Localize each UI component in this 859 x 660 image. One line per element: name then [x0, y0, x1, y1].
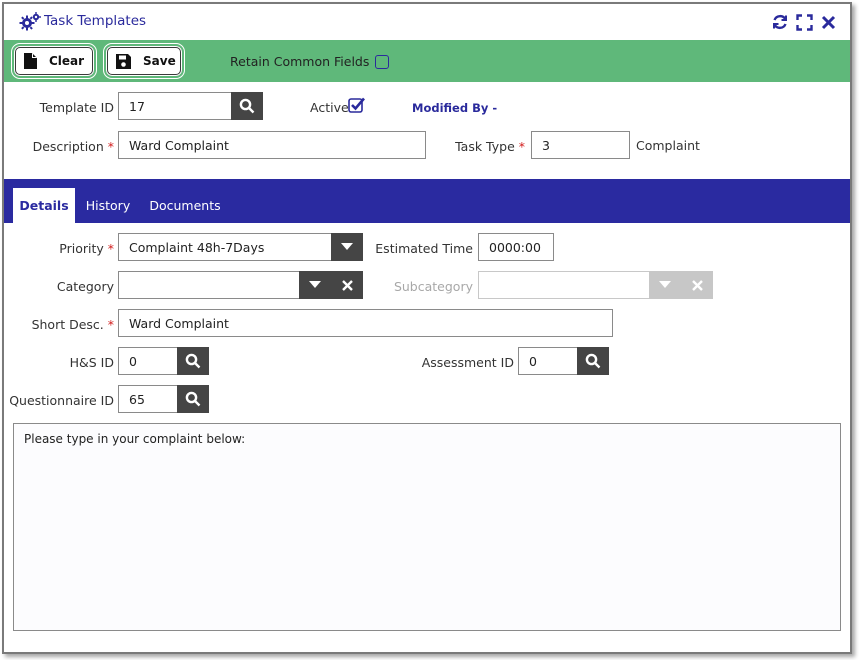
clear-button[interactable]: Clear [11, 43, 97, 79]
category-clear-button[interactable] [331, 271, 363, 299]
close-icon[interactable] [818, 12, 838, 32]
subcategory-dropdown-button[interactable] [649, 271, 681, 299]
category-select[interactable] [118, 271, 300, 299]
window-title: Task Templates [44, 13, 147, 29]
assessment-id-search-button[interactable] [577, 347, 609, 375]
caret-down-icon [659, 281, 671, 288]
save-icon [116, 53, 131, 69]
retain-common-fields-checkbox[interactable] [375, 54, 390, 69]
template-id-field[interactable]: 17 [118, 92, 232, 120]
hs-id-search-button[interactable] [177, 347, 209, 375]
template-id-label: Template ID [39, 100, 114, 115]
hs-id-field[interactable]: 0 [118, 347, 178, 375]
estimated-time-field[interactable]: 0000:00 [478, 233, 554, 261]
close-icon [341, 279, 353, 291]
search-icon [185, 353, 201, 369]
close-icon [691, 279, 703, 291]
retain-common-fields: Retain Common Fields [230, 54, 390, 69]
window-actions [770, 12, 838, 32]
description-label: Description * [32, 139, 114, 154]
tab-details[interactable]: Details [13, 188, 75, 223]
caret-down-icon [341, 243, 353, 250]
active-label: Active [310, 100, 349, 115]
category-label: Category [56, 279, 114, 294]
toolbar: Clear Save Retain Common Fields [4, 40, 850, 82]
task-templates-window: Task Templates Clear Save Retain Common … [2, 2, 852, 654]
tab-bar: Details History Documents [4, 179, 850, 223]
expand-icon[interactable] [794, 12, 814, 32]
assessment-id-field[interactable]: 0 [518, 347, 578, 375]
title-bar: Task Templates [4, 4, 850, 40]
refresh-icon[interactable] [770, 12, 790, 32]
hs-id-label: H&S ID [69, 355, 114, 370]
tab-documents[interactable]: Documents [144, 188, 226, 223]
questionnaire-id-field[interactable]: 65 [118, 385, 178, 413]
description-field[interactable]: Ward Complaint [118, 131, 426, 159]
checkmark-icon [348, 97, 365, 113]
questionnaire-id-search-button[interactable] [177, 385, 209, 413]
search-icon [185, 391, 201, 407]
search-icon [585, 353, 601, 369]
short-desc-field[interactable]: Ward Complaint [118, 309, 613, 337]
caret-down-icon [309, 281, 321, 288]
priority-dropdown-button[interactable] [331, 233, 363, 261]
retain-common-fields-label: Retain Common Fields [230, 54, 370, 69]
priority-label: Priority * [59, 241, 114, 256]
priority-select[interactable]: Complaint 48h-7Days [118, 233, 332, 261]
questionnaire-id-label: Questionnaire ID [9, 393, 114, 408]
file-icon [24, 53, 37, 69]
save-button[interactable]: Save [103, 43, 185, 79]
template-id-search-button[interactable] [231, 92, 263, 120]
subcategory-label: Subcategory [393, 279, 473, 294]
complaint-body-textarea[interactable]: Please type in your complaint below: [13, 423, 841, 631]
task-type-name: Complaint [636, 138, 700, 153]
task-type-field[interactable]: 3 [531, 131, 630, 159]
estimated-time-label: Estimated Time [375, 241, 473, 256]
category-dropdown-button[interactable] [299, 271, 331, 299]
clear-button-label: Clear [49, 54, 85, 68]
search-icon [239, 98, 255, 114]
modified-by-label: Modified By - [412, 101, 498, 115]
gears-icon [19, 12, 41, 31]
active-checkbox[interactable] [348, 96, 366, 114]
subcategory-clear-button[interactable] [681, 271, 713, 299]
subcategory-select[interactable] [478, 271, 650, 299]
save-button-label: Save [143, 54, 176, 68]
tab-history[interactable]: History [80, 188, 136, 223]
assessment-id-label: Assessment ID [421, 355, 514, 370]
short-desc-label: Short Desc. * [31, 317, 114, 332]
task-type-label: Task Type * [455, 139, 525, 154]
